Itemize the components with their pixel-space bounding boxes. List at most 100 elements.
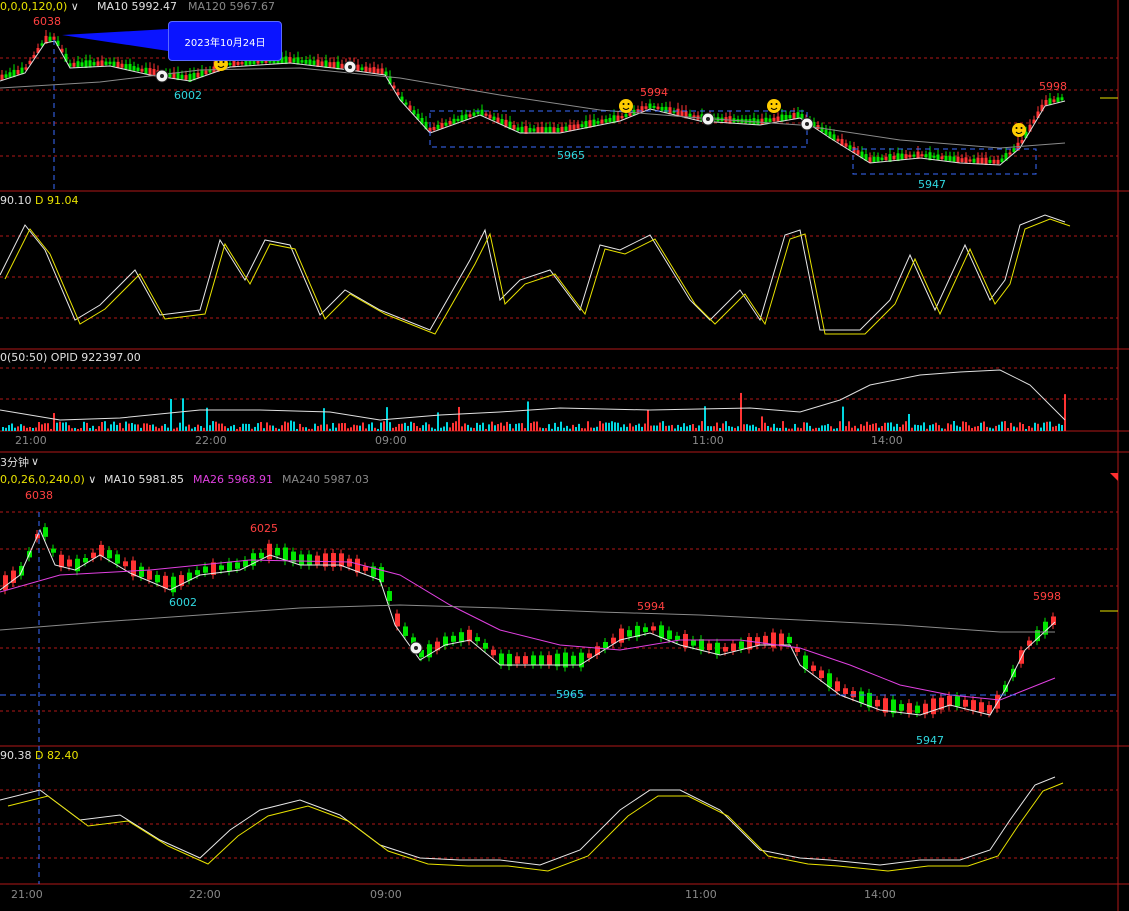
volume-bar <box>482 422 484 431</box>
volume-bar <box>548 424 550 431</box>
volume-bar <box>518 423 520 431</box>
volume-bar <box>557 426 559 431</box>
volume-bar <box>239 427 241 431</box>
volume-bar <box>917 425 919 431</box>
volume-bar <box>473 427 475 431</box>
volume-bar <box>44 423 46 431</box>
volume-bar <box>551 428 553 431</box>
top-candle <box>796 112 800 119</box>
volume-bar <box>155 426 157 431</box>
volume-bar <box>431 427 433 431</box>
volume-bar <box>269 425 271 431</box>
bottom-candle <box>819 670 824 679</box>
top-candle <box>1056 97 1060 103</box>
volume-bar <box>71 428 73 431</box>
volume-bar <box>374 427 376 431</box>
volume-bar <box>746 424 748 431</box>
volume-bar <box>218 423 220 431</box>
volume-bar <box>338 423 340 431</box>
volume-bar <box>512 428 514 431</box>
bottom-price-second-high: 6025 <box>250 522 278 535</box>
top-candle <box>76 61 80 68</box>
top-candle <box>624 114 628 118</box>
bottom-candle <box>795 647 800 653</box>
volume-bar <box>1040 427 1042 431</box>
volume-legend: 0(50:50) OPID 922397.00 <box>0 351 141 364</box>
volume-bar <box>227 428 229 431</box>
bottom-candle <box>627 630 632 637</box>
bottom-candle <box>395 613 400 627</box>
top-candle <box>328 62 332 68</box>
smiley-icon-eye <box>770 103 773 105</box>
volume-bar <box>656 425 658 431</box>
volume-bar <box>860 424 862 431</box>
volume-bar <box>242 423 244 431</box>
volume-bar <box>59 421 61 431</box>
volume-bar <box>791 428 793 431</box>
bottom-candle <box>163 575 168 589</box>
volume-bar <box>413 422 415 431</box>
top-candle <box>616 115 620 122</box>
volume-bar <box>116 424 118 431</box>
bottom-ma240-label: MA240 5987.03 <box>282 473 369 486</box>
volume-bar <box>803 422 805 431</box>
top-candle <box>596 121 600 124</box>
bottom-candle <box>267 543 272 560</box>
volume-bar <box>644 423 646 431</box>
volume-bar <box>620 427 622 431</box>
smiley-icon-eye <box>1020 127 1023 129</box>
top-candle <box>816 125 820 129</box>
top-candle <box>256 60 260 64</box>
volume-bar <box>230 426 232 431</box>
top-candle <box>856 150 860 155</box>
bottom-candle <box>307 554 312 566</box>
top-candle <box>436 124 440 130</box>
volume-bar <box>398 423 400 431</box>
volume-bar <box>1058 423 1060 431</box>
volume-bar <box>1037 423 1039 431</box>
volume-bar <box>911 427 913 431</box>
volume-bar <box>941 428 943 431</box>
top-candle <box>1000 158 1004 163</box>
volume-bar <box>251 428 253 431</box>
volume-bar <box>353 424 355 431</box>
volume-bar <box>1010 422 1012 431</box>
bottom-candle <box>203 566 208 573</box>
volume-bar <box>764 422 766 431</box>
top-candle <box>764 117 768 125</box>
top-candle <box>0 74 4 81</box>
volume-bar <box>314 423 316 431</box>
top-candle <box>792 112 796 120</box>
volume-bar <box>515 423 517 431</box>
top-candle <box>768 118 772 123</box>
volume-bar <box>785 427 787 431</box>
volume-bar <box>632 426 634 431</box>
volume-bar <box>521 423 523 431</box>
volume-bar <box>140 427 142 431</box>
volume-bar <box>1004 421 1006 431</box>
top-candle <box>900 153 904 160</box>
chart-canvas[interactable] <box>0 0 1129 911</box>
top-candle <box>112 61 116 67</box>
volume-bar <box>173 428 175 431</box>
bottom-candle <box>507 653 512 667</box>
volume-bar <box>1028 426 1030 431</box>
volume-bar <box>128 423 130 431</box>
volume-bar <box>683 423 685 431</box>
volume-bar <box>98 426 100 431</box>
volume-bar <box>11 423 13 431</box>
volume-bar <box>509 423 511 431</box>
volume-bar <box>866 421 868 431</box>
volume-bar <box>659 422 661 431</box>
bottom-candle <box>483 642 488 649</box>
top-candle <box>4 74 8 78</box>
smiley-icon-eye <box>622 103 625 105</box>
timeframe-selector[interactable]: 3分钟 ∨ <box>0 454 39 469</box>
top-candle <box>496 117 500 123</box>
volume-bar <box>395 426 397 431</box>
bottom-candle <box>723 646 728 652</box>
volume-bar <box>434 428 436 431</box>
top-candle <box>52 36 56 40</box>
bottom-candle <box>275 547 280 556</box>
volume-bar <box>47 423 49 431</box>
